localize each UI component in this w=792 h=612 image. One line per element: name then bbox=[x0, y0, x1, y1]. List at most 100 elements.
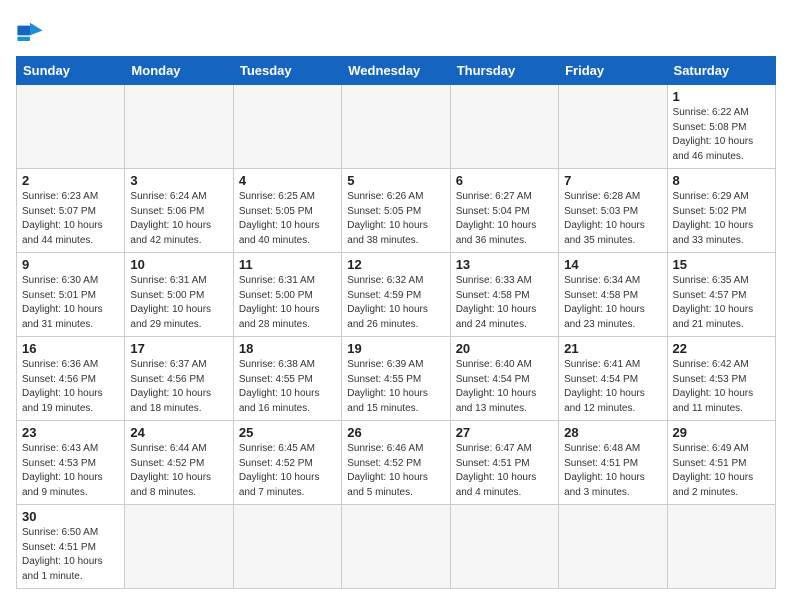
day-info: Sunrise: 6:35 AM Sunset: 4:57 PM Dayligh… bbox=[673, 274, 770, 332]
day-cell bbox=[559, 505, 667, 589]
day-cell: 29 Sunrise: 6:49 AM Sunset: 4:51 PM Dayli… bbox=[667, 421, 775, 505]
week-row-4: 16 Sunrise: 6:36 AM Sunset: 4:56 PM Dayli… bbox=[17, 337, 776, 421]
day-number: 29 bbox=[673, 425, 770, 440]
day-number: 10 bbox=[130, 257, 227, 272]
week-row-5: 23 Sunrise: 6:43 AM Sunset: 4:53 PM Dayli… bbox=[17, 421, 776, 505]
day-cell: 3Sunrise: 6:24 AM Sunset: 5:06 PM Daylig… bbox=[125, 169, 233, 253]
day-cell bbox=[342, 505, 450, 589]
week-row-6: 30 Sunrise: 6:50 AM Sunset: 4:51 PM Dayli… bbox=[17, 505, 776, 589]
day-cell: 26 Sunrise: 6:46 AM Sunset: 4:52 PM Dayli… bbox=[342, 421, 450, 505]
day-number: 28 bbox=[564, 425, 661, 440]
day-cell: 7Sunrise: 6:28 AM Sunset: 5:03 PM Daylig… bbox=[559, 169, 667, 253]
day-number: 16 bbox=[22, 341, 119, 356]
day-info: Sunrise: 6:39 AM Sunset: 4:55 PM Dayligh… bbox=[347, 358, 444, 416]
day-info: Sunrise: 6:31 AM Sunset: 5:00 PM Dayligh… bbox=[130, 274, 227, 332]
day-info: Sunrise: 6:23 AM Sunset: 5:07 PM Dayligh… bbox=[22, 190, 119, 248]
day-info: Sunrise: 6:47 AM Sunset: 4:51 PM Dayligh… bbox=[456, 442, 553, 500]
day-info: Sunrise: 6:50 AM Sunset: 4:51 PM Dayligh… bbox=[22, 526, 119, 584]
day-cell: 28 Sunrise: 6:48 AM Sunset: 4:51 PM Dayli… bbox=[559, 421, 667, 505]
day-cell bbox=[233, 505, 341, 589]
day-cell bbox=[559, 85, 667, 169]
day-cell: 13 Sunrise: 6:33 AM Sunset: 4:58 PM Dayli… bbox=[450, 253, 558, 337]
day-info: Sunrise: 6:46 AM Sunset: 4:52 PM Dayligh… bbox=[347, 442, 444, 500]
day-cell: 15 Sunrise: 6:35 AM Sunset: 4:57 PM Dayli… bbox=[667, 253, 775, 337]
day-number: 19 bbox=[347, 341, 444, 356]
day-info: Sunrise: 6:29 AM Sunset: 5:02 PM Dayligh… bbox=[673, 190, 770, 248]
day-number: 6 bbox=[456, 173, 553, 188]
day-info: Sunrise: 6:22 AM Sunset: 5:08 PM Dayligh… bbox=[673, 106, 770, 164]
day-number: 14 bbox=[564, 257, 661, 272]
day-info: Sunrise: 6:33 AM Sunset: 4:58 PM Dayligh… bbox=[456, 274, 553, 332]
day-info: Sunrise: 6:25 AM Sunset: 5:05 PM Dayligh… bbox=[239, 190, 336, 248]
day-number: 9 bbox=[22, 257, 119, 272]
day-info: Sunrise: 6:26 AM Sunset: 5:05 PM Dayligh… bbox=[347, 190, 444, 248]
weekday-header-friday: Friday bbox=[559, 57, 667, 85]
calendar: SundayMondayTuesdayWednesdayThursdayFrid… bbox=[16, 56, 776, 589]
day-number: 26 bbox=[347, 425, 444, 440]
day-number: 24 bbox=[130, 425, 227, 440]
day-cell: 9Sunrise: 6:30 AM Sunset: 5:01 PM Daylig… bbox=[17, 253, 125, 337]
day-cell bbox=[125, 85, 233, 169]
day-info: Sunrise: 6:40 AM Sunset: 4:54 PM Dayligh… bbox=[456, 358, 553, 416]
weekday-header-saturday: Saturday bbox=[667, 57, 775, 85]
logo bbox=[16, 20, 48, 48]
day-cell bbox=[233, 85, 341, 169]
day-info: Sunrise: 6:41 AM Sunset: 4:54 PM Dayligh… bbox=[564, 358, 661, 416]
day-cell bbox=[450, 505, 558, 589]
day-number: 2 bbox=[22, 173, 119, 188]
weekday-header-wednesday: Wednesday bbox=[342, 57, 450, 85]
day-cell: 14Sunrise: 6:34 AM Sunset: 4:58 PM Dayli… bbox=[559, 253, 667, 337]
day-number: 12 bbox=[347, 257, 444, 272]
week-row-3: 9Sunrise: 6:30 AM Sunset: 5:01 PM Daylig… bbox=[17, 253, 776, 337]
day-number: 4 bbox=[239, 173, 336, 188]
header bbox=[16, 16, 776, 48]
weekday-header-thursday: Thursday bbox=[450, 57, 558, 85]
day-number: 21 bbox=[564, 341, 661, 356]
day-info: Sunrise: 6:36 AM Sunset: 4:56 PM Dayligh… bbox=[22, 358, 119, 416]
day-cell bbox=[342, 85, 450, 169]
day-number: 3 bbox=[130, 173, 227, 188]
day-cell: 19 Sunrise: 6:39 AM Sunset: 4:55 PM Dayli… bbox=[342, 337, 450, 421]
day-cell: 22 Sunrise: 6:42 AM Sunset: 4:53 PM Dayli… bbox=[667, 337, 775, 421]
day-cell: 1 Sunrise: 6:22 AM Sunset: 5:08 PM Daylig… bbox=[667, 85, 775, 169]
day-cell bbox=[450, 85, 558, 169]
day-cell: 10 Sunrise: 6:31 AM Sunset: 5:00 PM Dayli… bbox=[125, 253, 233, 337]
day-info: Sunrise: 6:43 AM Sunset: 4:53 PM Dayligh… bbox=[22, 442, 119, 500]
day-info: Sunrise: 6:48 AM Sunset: 4:51 PM Dayligh… bbox=[564, 442, 661, 500]
day-number: 25 bbox=[239, 425, 336, 440]
day-number: 8 bbox=[673, 173, 770, 188]
day-cell bbox=[17, 85, 125, 169]
day-cell: 11Sunrise: 6:31 AM Sunset: 5:00 PM Dayli… bbox=[233, 253, 341, 337]
day-number: 13 bbox=[456, 257, 553, 272]
day-number: 22 bbox=[673, 341, 770, 356]
day-info: Sunrise: 6:27 AM Sunset: 5:04 PM Dayligh… bbox=[456, 190, 553, 248]
day-number: 15 bbox=[673, 257, 770, 272]
week-row-2: 2 Sunrise: 6:23 AM Sunset: 5:07 PM Daylig… bbox=[17, 169, 776, 253]
day-info: Sunrise: 6:42 AM Sunset: 4:53 PM Dayligh… bbox=[673, 358, 770, 416]
day-number: 30 bbox=[22, 509, 119, 524]
week-row-1: 1 Sunrise: 6:22 AM Sunset: 5:08 PM Daylig… bbox=[17, 85, 776, 169]
day-number: 5 bbox=[347, 173, 444, 188]
day-info: Sunrise: 6:45 AM Sunset: 4:52 PM Dayligh… bbox=[239, 442, 336, 500]
day-cell bbox=[125, 505, 233, 589]
weekday-header-row: SundayMondayTuesdayWednesdayThursdayFrid… bbox=[17, 57, 776, 85]
day-cell: 6 Sunrise: 6:27 AM Sunset: 5:04 PM Daylig… bbox=[450, 169, 558, 253]
day-cell: 25 Sunrise: 6:45 AM Sunset: 4:52 PM Dayli… bbox=[233, 421, 341, 505]
weekday-header-tuesday: Tuesday bbox=[233, 57, 341, 85]
day-cell: 24 Sunrise: 6:44 AM Sunset: 4:52 PM Dayli… bbox=[125, 421, 233, 505]
day-cell: 16 Sunrise: 6:36 AM Sunset: 4:56 PM Dayli… bbox=[17, 337, 125, 421]
logo-icon bbox=[16, 20, 44, 48]
weekday-header-sunday: Sunday bbox=[17, 57, 125, 85]
day-info: Sunrise: 6:32 AM Sunset: 4:59 PM Dayligh… bbox=[347, 274, 444, 332]
day-cell bbox=[667, 505, 775, 589]
day-cell: 17Sunrise: 6:37 AM Sunset: 4:56 PM Dayli… bbox=[125, 337, 233, 421]
day-number: 17 bbox=[130, 341, 227, 356]
day-info: Sunrise: 6:44 AM Sunset: 4:52 PM Dayligh… bbox=[130, 442, 227, 500]
day-number: 23 bbox=[22, 425, 119, 440]
day-cell: 2 Sunrise: 6:23 AM Sunset: 5:07 PM Daylig… bbox=[17, 169, 125, 253]
day-cell: 8 Sunrise: 6:29 AM Sunset: 5:02 PM Daylig… bbox=[667, 169, 775, 253]
day-cell: 5 Sunrise: 6:26 AM Sunset: 5:05 PM Daylig… bbox=[342, 169, 450, 253]
day-number: 7 bbox=[564, 173, 661, 188]
day-number: 1 bbox=[673, 89, 770, 104]
day-info: Sunrise: 6:49 AM Sunset: 4:51 PM Dayligh… bbox=[673, 442, 770, 500]
